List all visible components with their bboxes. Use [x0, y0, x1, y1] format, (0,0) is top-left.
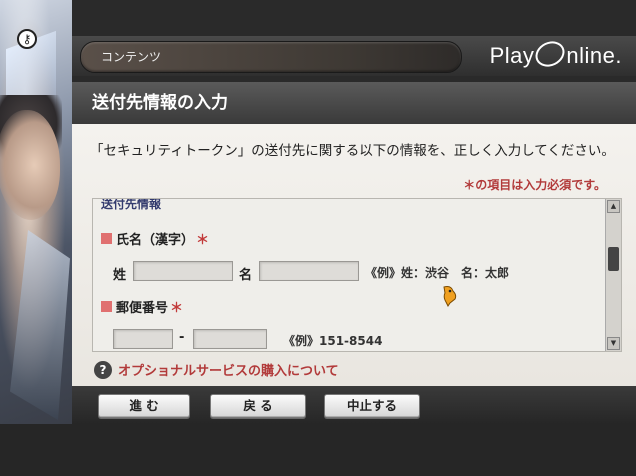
optional-service-link[interactable]: ? オプショナルサービスの購入について	[94, 360, 339, 379]
contents-tab-label: コンテンツ	[101, 50, 162, 64]
scroll-thumb[interactable]	[608, 247, 619, 271]
section-title: 送付先情報	[101, 199, 162, 211]
playonline-logo: Play nline.	[489, 36, 622, 72]
scroll-up-icon[interactable]: ▲	[607, 200, 620, 213]
last-name-label: 姓	[113, 268, 127, 283]
name-field-label: 氏名（漢字） ＊	[101, 229, 209, 248]
last-name-input[interactable]	[133, 261, 233, 281]
form-inner: 送付先情報 氏名（漢字） ＊ 姓 名 《例》姓：渋谷 名：太郎 郵便番号 ＊ -…	[93, 199, 605, 351]
name-example: 《例》姓：渋谷 名：太郎	[365, 266, 510, 280]
optional-service-link-text: オプショナルサービスの購入について	[118, 364, 339, 379]
form-scroll-area[interactable]: 送付先情報 氏名（漢字） ＊ 姓 名 《例》姓：渋谷 名：太郎 郵便番号 ＊ -…	[92, 198, 622, 352]
form-scrollbar[interactable]: ▲ ▼	[605, 199, 621, 351]
top-bar: コンテンツ Play nline.	[72, 36, 636, 76]
logo-ring-icon	[531, 36, 570, 72]
bottom-button-bar: 進 む 戻 る 中止する	[72, 386, 636, 424]
logo-text-left: Play	[489, 43, 535, 68]
character-face	[0, 110, 60, 220]
help-icon: ?	[94, 360, 112, 379]
postal-code-part2-input[interactable]	[193, 329, 267, 349]
first-name-input[interactable]	[259, 261, 359, 281]
name-label-text: 氏名（漢字）	[116, 233, 195, 248]
postal-label-text: 郵便番号	[116, 301, 169, 316]
postal-field-label: 郵便番号 ＊	[101, 297, 183, 316]
page-title: 送付先情報の入力	[92, 93, 228, 113]
contents-tab[interactable]: コンテンツ	[80, 41, 462, 73]
next-button[interactable]: 進 む	[98, 394, 190, 418]
title-bar: 送付先情報の入力	[72, 82, 636, 125]
postal-example: 《例》151-8544	[283, 334, 383, 348]
required-note: ＊の項目は入力必須です。	[463, 178, 606, 192]
back-button[interactable]: 戻 る	[210, 394, 306, 418]
first-name-label: 名	[239, 268, 253, 283]
content-panel: 「セキュリティトークン」の送付先に関する以下の情報を、正しく入力してください。 …	[72, 124, 636, 386]
postal-separator: -	[179, 330, 185, 345]
character-artwork	[0, 0, 72, 424]
intro-text: 「セキュリティトークン」の送付先に関する以下の情報を、正しく入力してください。	[90, 143, 615, 159]
required-asterisk: ＊	[170, 301, 184, 316]
footer-background	[0, 424, 636, 476]
postal-code-part1-input[interactable]	[113, 329, 173, 349]
logo-text-right: nline.	[566, 43, 622, 68]
pointer-cursor-icon	[441, 285, 459, 307]
scroll-down-icon[interactable]: ▼	[607, 337, 620, 350]
key-icon[interactable]: ⚷	[17, 29, 37, 49]
cancel-button[interactable]: 中止する	[324, 394, 420, 418]
bullet-square-icon	[101, 301, 112, 312]
crystal-shape-lower	[10, 230, 70, 420]
bullet-square-icon	[101, 233, 112, 244]
required-asterisk: ＊	[196, 233, 210, 248]
